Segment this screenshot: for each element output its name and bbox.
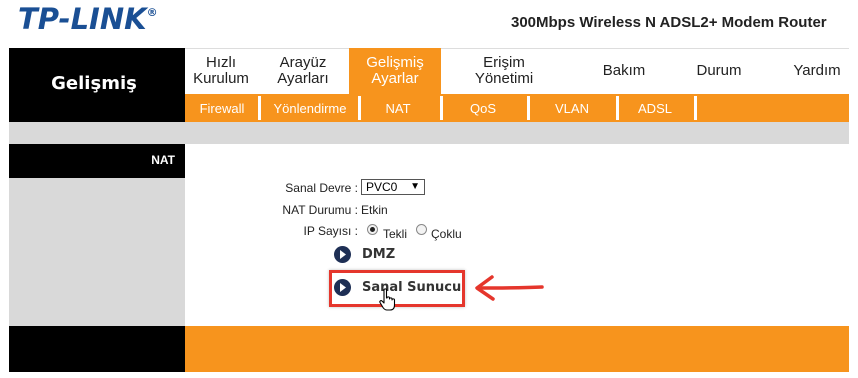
nav-durum[interactable]: Durum bbox=[683, 48, 755, 94]
nav-label: Yönetimi bbox=[474, 70, 534, 87]
logo-text: TP-LINK bbox=[18, 2, 147, 36]
nav-bakim[interactable]: Bakım bbox=[588, 48, 660, 94]
nav-label: Kurulum bbox=[193, 70, 249, 87]
subnav-divider bbox=[527, 96, 530, 120]
registered-mark: ® bbox=[146, 6, 158, 19]
ip-tekli-label: Tekli bbox=[383, 227, 408, 241]
tp-link-logo: TP-LINK® bbox=[18, 2, 158, 36]
select-value: PVC0 bbox=[366, 180, 398, 194]
section-title: Gelişmiş bbox=[51, 73, 137, 94]
nav-hizli-kurulum[interactable]: Hızlı Kurulum bbox=[185, 48, 257, 94]
spacer-band bbox=[9, 122, 849, 144]
nat-durumu-value: Etkin bbox=[361, 203, 388, 217]
nav-label: Ayarlar bbox=[371, 70, 419, 87]
left-label-nat: NAT bbox=[151, 153, 175, 167]
nav-arayuz-ayarlari[interactable]: Arayüz Ayarları bbox=[262, 48, 344, 94]
nav-label: Arayüz bbox=[279, 54, 327, 71]
subnav-yonlendirme[interactable]: Yönlendirme bbox=[266, 96, 354, 120]
sanal-sunucu-link[interactable]: Sanal Sunucu bbox=[362, 280, 461, 295]
subnav-qos[interactable]: QoS bbox=[448, 96, 518, 120]
nav-gelismis-ayarlar[interactable]: Gelişmiş Ayarlar bbox=[349, 48, 441, 94]
subnav-divider bbox=[358, 96, 361, 120]
model-name: 300Mbps Wireless N ADSL2+ Modem Router bbox=[511, 14, 827, 31]
ip-coklu-label: Çoklu bbox=[431, 227, 462, 241]
nav-label: Erişim bbox=[483, 54, 525, 71]
left-column bbox=[9, 178, 185, 326]
subnav-divider bbox=[616, 96, 619, 120]
nav-label: Bakım bbox=[602, 62, 646, 79]
hand-cursor-icon bbox=[378, 288, 398, 317]
footer-left bbox=[9, 326, 185, 372]
subnav-divider bbox=[440, 96, 443, 120]
radio-selected-dot bbox=[370, 227, 375, 232]
sanal-devre-select[interactable]: PVC0 ▼ bbox=[361, 179, 425, 195]
ip-coklu-radio[interactable] bbox=[416, 224, 427, 235]
nav-label: Ayarları bbox=[277, 70, 329, 87]
annotation-arrow-icon bbox=[472, 274, 544, 307]
arrow-circle-icon bbox=[334, 246, 351, 263]
subnav-divider bbox=[258, 96, 261, 120]
nav-label: Gelişmiş bbox=[366, 54, 424, 71]
sanal-devre-label: Sanal Devre : bbox=[285, 181, 358, 195]
nav-erisim-yonetimi[interactable]: Erişim Yönetimi bbox=[456, 48, 552, 94]
subnav-divider bbox=[694, 96, 697, 120]
nav-yardim[interactable]: Yardım bbox=[785, 48, 849, 94]
dropdown-arrow-icon: ▼ bbox=[410, 181, 420, 192]
footer-bar bbox=[185, 326, 849, 372]
dmz-link[interactable]: DMZ bbox=[362, 247, 395, 262]
ip-sayisi-label: IP Sayısı : bbox=[303, 224, 358, 238]
nat-durumu-label: NAT Durumu : bbox=[282, 203, 358, 217]
nav-label: Yardım bbox=[793, 62, 841, 79]
nav-label: Durum bbox=[696, 62, 742, 79]
nav-label: Hızlı bbox=[205, 54, 236, 71]
ip-tekli-radio[interactable] bbox=[367, 224, 378, 235]
subnav-nat[interactable]: NAT bbox=[366, 96, 430, 120]
subnav-vlan[interactable]: VLAN bbox=[535, 96, 609, 120]
subnav-adsl[interactable]: ADSL bbox=[624, 96, 686, 120]
arrow-circle-icon bbox=[334, 279, 351, 296]
subnav-firewall[interactable]: Firewall bbox=[192, 96, 252, 120]
